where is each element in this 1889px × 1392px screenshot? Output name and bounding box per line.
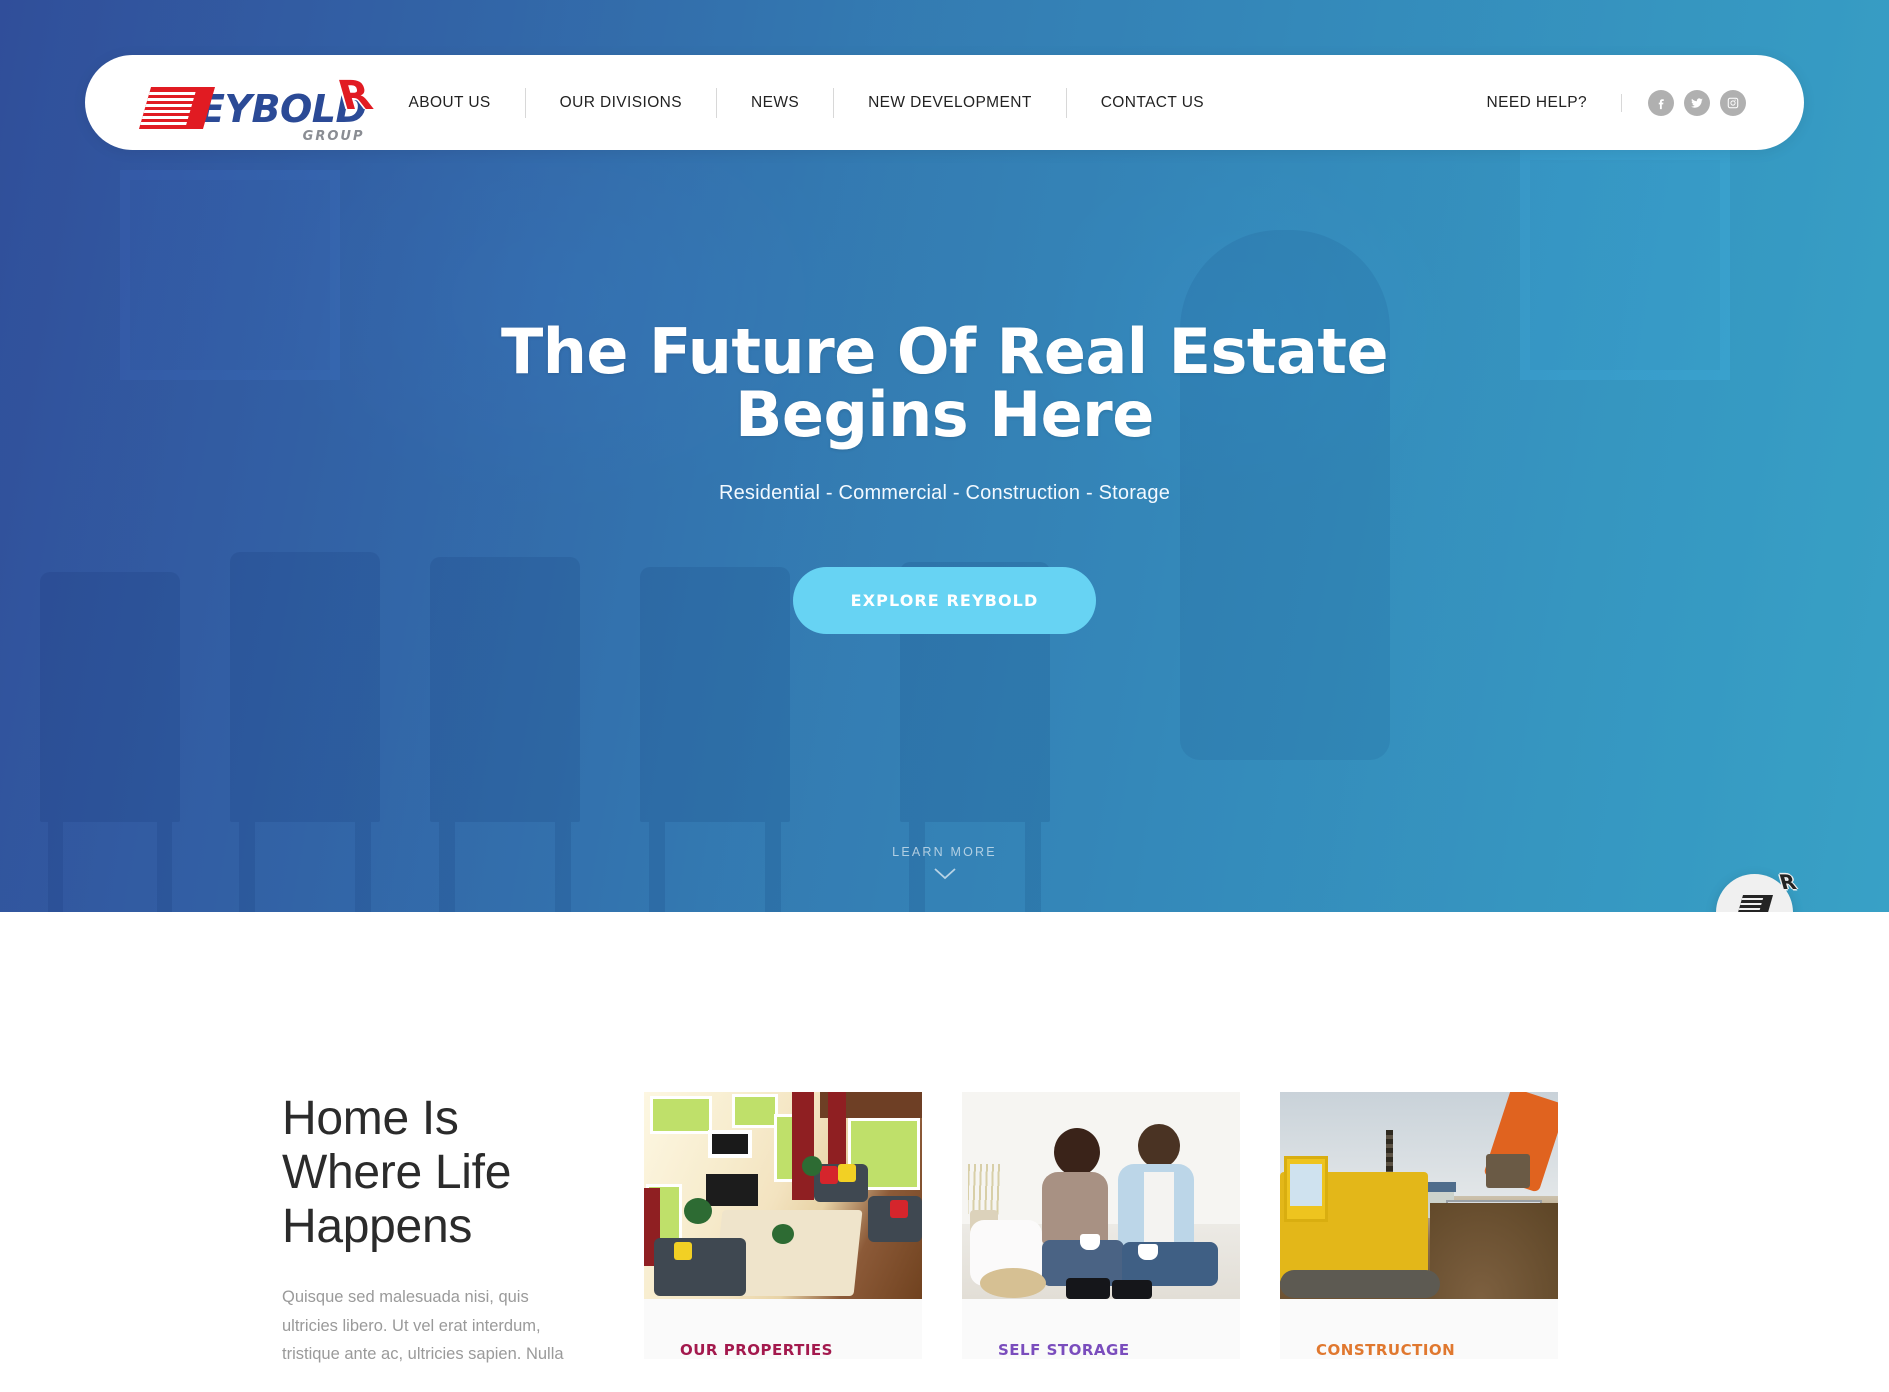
hero-section: R EYBOLD GROUP ABOUT US OUR DIVISIONS NE… bbox=[0, 0, 1889, 912]
card-image-living-room bbox=[644, 1092, 922, 1299]
hero-title-line-2: Begins Here bbox=[735, 378, 1154, 452]
header-utility-area: NEED HELP? bbox=[1487, 89, 1746, 116]
intro-title: Home Is Where Life Happens bbox=[282, 1092, 582, 1253]
intro-title-line-3: Happens bbox=[282, 1199, 473, 1253]
logo-mark-icon bbox=[138, 86, 216, 129]
nav-our-divisions[interactable]: OUR DIVISIONS bbox=[524, 87, 716, 118]
card-image-couple bbox=[962, 1092, 1240, 1299]
hero-subtitle: Residential - Commercial - Construction … bbox=[718, 482, 1171, 505]
reybold-widget-mark-icon bbox=[1736, 895, 1773, 912]
hero-title: The Future Of Real Estate Begins Here bbox=[0, 320, 1889, 446]
facebook-icon[interactable] bbox=[1648, 89, 1674, 116]
explore-reybold-button[interactable]: EXPLORE REYBOLD bbox=[792, 567, 1097, 635]
main-navigation: ABOUT US OUR DIVISIONS NEWS NEW DEVELOPM… bbox=[409, 84, 1239, 122]
intro-paragraph: Quisque sed malesuada nisi, quis ultrici… bbox=[282, 1288, 564, 1363]
main-section: Home Is Where Life Happens Quisque sed m… bbox=[0, 912, 1889, 1369]
intro-block: Home Is Where Life Happens Quisque sed m… bbox=[282, 1092, 612, 1368]
learn-more-scroll-cue[interactable]: LEARN MORE bbox=[0, 845, 1889, 880]
card-image-construction bbox=[1280, 1092, 1558, 1299]
card-label-self-storage[interactable]: SELF STORAGE bbox=[962, 1299, 1240, 1359]
instagram-icon[interactable] bbox=[1720, 89, 1746, 116]
nav-about-us[interactable]: ABOUT US bbox=[409, 88, 525, 118]
card-label-construction[interactable]: CONSTRUCTION bbox=[1280, 1299, 1558, 1359]
main-inner: Home Is Where Life Happens Quisque sed m… bbox=[0, 1092, 1889, 1368]
chevron-down-icon[interactable] bbox=[933, 867, 956, 880]
intro-title-line-2: Where Life bbox=[282, 1145, 512, 1199]
card-construction[interactable]: CONSTRUCTION bbox=[1280, 1092, 1558, 1359]
nav-contact-us[interactable]: CONTACT US bbox=[1065, 87, 1238, 118]
nav-news[interactable]: NEWS bbox=[715, 87, 833, 118]
hero-content: The Future Of Real Estate Begins Here Re… bbox=[0, 320, 1889, 635]
intro-title-line-1: Home Is bbox=[282, 1092, 459, 1145]
twitter-icon[interactable] bbox=[1684, 89, 1710, 116]
reybold-logo[interactable]: R EYBOLD GROUP bbox=[138, 73, 377, 144]
social-links bbox=[1622, 89, 1746, 116]
need-help-link[interactable]: NEED HELP? bbox=[1487, 93, 1622, 112]
feature-cards: OUR PROPERTIES SELF STORAGE CONSTRUCTION bbox=[644, 1092, 1558, 1359]
hero-title-line-1: The Future Of Real Estate bbox=[500, 315, 1389, 388]
site-header: R EYBOLD GROUP ABOUT US OUR DIVISIONS NE… bbox=[85, 55, 1804, 150]
logo-subtitle: GROUP bbox=[302, 128, 365, 144]
learn-more-label[interactable]: LEARN MORE bbox=[0, 845, 1889, 859]
card-label-our-properties[interactable]: OUR PROPERTIES bbox=[644, 1299, 922, 1359]
nav-new-development[interactable]: NEW DEVELOPMENT bbox=[833, 87, 1066, 118]
card-our-properties[interactable]: OUR PROPERTIES bbox=[644, 1092, 922, 1359]
card-self-storage[interactable]: SELF STORAGE bbox=[962, 1092, 1240, 1359]
